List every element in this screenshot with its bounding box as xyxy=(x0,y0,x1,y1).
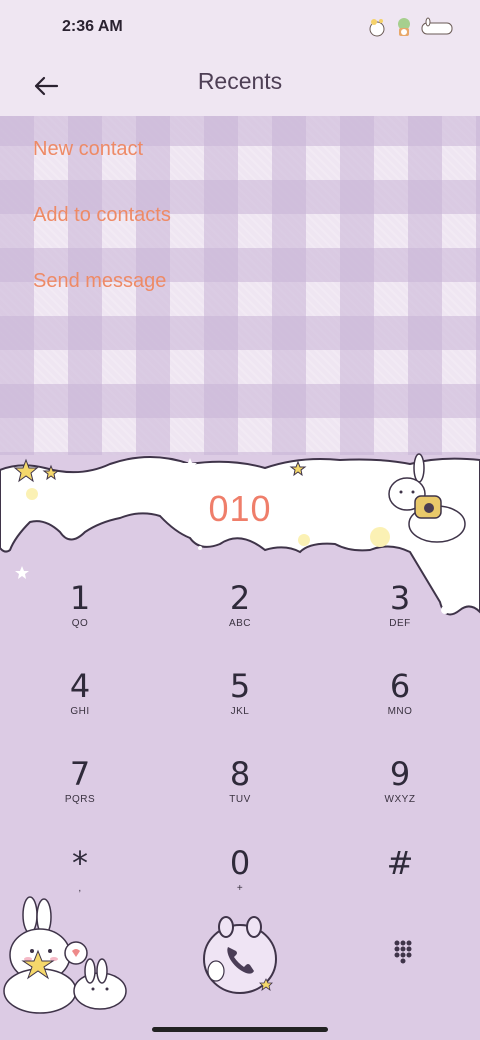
key-letters: TUV xyxy=(229,794,251,805)
key-digit: 1 xyxy=(69,579,91,617)
key-6[interactable]: 6 MNO xyxy=(340,668,460,748)
bunny-decoration xyxy=(3,896,127,1014)
key-letters: MNO xyxy=(387,706,413,717)
key-1[interactable]: 1 QO xyxy=(20,580,140,660)
status-bar: 2:36 AM xyxy=(0,0,480,56)
menu-item-add-to-contacts[interactable]: Add to contacts xyxy=(33,204,171,227)
menu-item-send-message[interactable]: Send message xyxy=(33,270,166,293)
key-digit: 0 xyxy=(229,844,251,882)
key-letters: GHI xyxy=(70,706,90,717)
key-letters: WXYZ xyxy=(384,794,416,805)
key-digit: 4 xyxy=(69,667,91,705)
dialpad-icon xyxy=(394,940,412,964)
key-letters: DEF xyxy=(389,618,411,629)
page-title: Recents xyxy=(197,68,283,94)
key-digit: 9 xyxy=(389,755,411,793)
key-hash[interactable]: # xyxy=(340,845,460,925)
key-digit: * xyxy=(72,844,88,882)
status-time: 2:36 AM xyxy=(62,18,123,35)
key-digit: 2 xyxy=(229,579,251,617)
plaid-background xyxy=(0,116,480,486)
key-7[interactable]: 7 PQRS xyxy=(20,756,140,836)
key-letters: QO xyxy=(71,618,89,629)
dialpad-toggle-button[interactable] xyxy=(385,935,421,971)
key-letters: PQRS xyxy=(64,794,96,805)
key-digit: 3 xyxy=(389,579,411,617)
app-bar: Recents xyxy=(0,56,480,116)
dialed-number[interactable]: 010 xyxy=(0,488,480,530)
bunny-plant-icon xyxy=(392,16,416,43)
call-button[interactable] xyxy=(200,915,280,995)
key-5[interactable]: 5 JKL xyxy=(180,668,300,748)
status-icons xyxy=(366,16,454,43)
menu-item-new-contact[interactable]: New contact xyxy=(33,138,143,161)
key-4[interactable]: 4 GHI xyxy=(20,668,140,748)
key-2[interactable]: 2 ABC xyxy=(180,580,300,660)
key-letters: JKL xyxy=(230,706,250,717)
key-0[interactable]: 0 + xyxy=(180,845,300,925)
key-letters: ABC xyxy=(228,618,252,629)
key-digit: 5 xyxy=(229,667,251,705)
home-indicator[interactable] xyxy=(152,1027,328,1032)
key-letters: + xyxy=(236,883,244,894)
key-digit: 6 xyxy=(389,667,411,705)
key-digit: 7 xyxy=(69,755,91,793)
bunny-sticker-icon xyxy=(366,16,388,43)
key-8[interactable]: 8 TUV xyxy=(180,756,300,836)
key-9[interactable]: 9 WXYZ xyxy=(340,756,460,836)
key-digit: 8 xyxy=(229,755,251,793)
bunny-cloud-icon xyxy=(420,17,454,42)
key-3[interactable]: 3 DEF xyxy=(340,580,460,660)
key-digit: # xyxy=(386,844,414,882)
